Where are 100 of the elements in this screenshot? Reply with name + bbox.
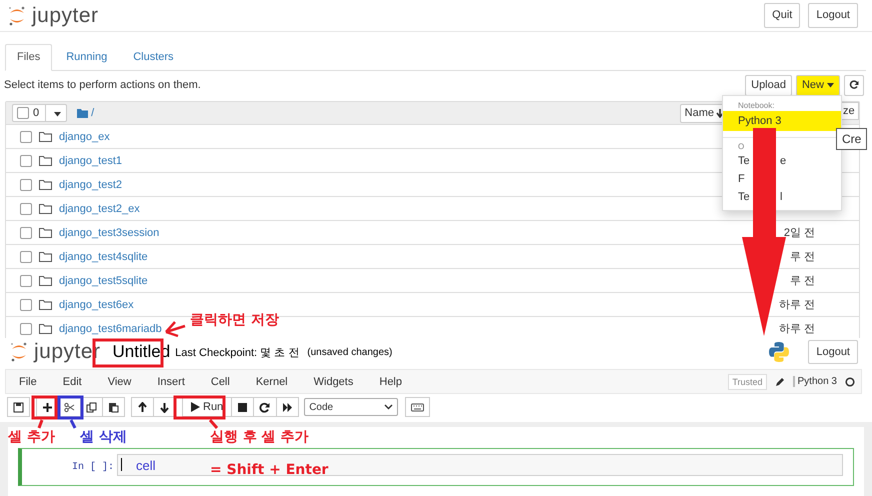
- logo-text: jupyter: [32, 4, 99, 28]
- modified-time: 루 전: [790, 274, 815, 288]
- logo-icon: [10, 341, 28, 363]
- header-button[interactable]: Quit: [764, 3, 800, 28]
- paste-icon[interactable]: [102, 397, 125, 417]
- folder-link[interactable]: django_test2_ex: [59, 202, 140, 214]
- fast-forward-icon[interactable]: [276, 397, 300, 417]
- logo-icon: [8, 4, 26, 26]
- menu-item[interactable]: Edit: [50, 376, 95, 388]
- annotation-label: 셀 삭제: [80, 428, 127, 446]
- tab[interactable]: Files: [5, 44, 52, 71]
- hint-text: Select items to perform actions on them.: [4, 79, 201, 91]
- annotation-label: 셀 추가: [8, 428, 55, 446]
- caret-icon: [827, 82, 834, 88]
- annotation-arrow: [164, 320, 186, 338]
- checkbox[interactable]: [20, 130, 32, 142]
- kernel-name[interactable]: Python 3: [792, 376, 837, 387]
- folder-link[interactable]: django_ex: [59, 130, 110, 142]
- folder-icon: [39, 299, 52, 310]
- annotation-label: = Shift + Enter: [210, 462, 328, 478]
- menu-item[interactable]: File: [6, 376, 50, 388]
- restart-icon[interactable]: [253, 397, 278, 417]
- checkbox[interactable]: [20, 226, 32, 238]
- pencil-icon[interactable]: [774, 376, 785, 386]
- header-button[interactable]: Logout: [808, 3, 858, 28]
- folder-icon: [39, 275, 52, 286]
- upload-button[interactable]: Upload: [745, 74, 792, 96]
- folder-link[interactable]: django_test4sqlite: [59, 250, 148, 262]
- menu-item[interactable]: View: [94, 376, 144, 388]
- folder-icon: [39, 155, 52, 166]
- menu-item[interactable]: Widgets: [300, 376, 366, 388]
- checkbox[interactable]: [17, 107, 29, 119]
- menu-header: Notebook:: [737, 100, 776, 111]
- folder-icon: [39, 251, 52, 262]
- annotation-label: 실행 후 셀 추가: [210, 428, 309, 446]
- menu-item[interactable]: Python 3: [723, 111, 841, 131]
- kernel-status-icon: [845, 376, 855, 386]
- refresh-button[interactable]: [844, 74, 864, 96]
- folder-link[interactable]: django_test6ex: [59, 298, 134, 310]
- checkbox[interactable]: [20, 154, 32, 166]
- stop-icon[interactable]: [231, 397, 254, 417]
- logout-button[interactable]: Logout: [808, 340, 858, 364]
- modified-time: 2일 전: [784, 226, 815, 240]
- menu-item[interactable]: Insert: [144, 376, 198, 388]
- folder-icon: [39, 323, 52, 334]
- leader-line: [38, 419, 44, 429]
- annotation-box: [32, 396, 58, 420]
- arrow-down-icon: [716, 108, 724, 118]
- menu-item[interactable]: Kernel: [242, 376, 301, 388]
- folder-link[interactable]: django_test6mariadb: [59, 322, 162, 334]
- menu-header: O: [737, 141, 746, 152]
- save-icon[interactable]: [7, 397, 30, 417]
- snake-logo-icon: [768, 341, 790, 363]
- checkbox[interactable]: [20, 298, 32, 310]
- modified-time: 하루 전: [778, 298, 815, 312]
- checkbox[interactable]: [20, 322, 32, 334]
- folder-link[interactable]: django_test1: [59, 154, 122, 166]
- checkbox[interactable]: [20, 178, 32, 190]
- caret-icon: [54, 112, 62, 117]
- annotation-box: [58, 396, 84, 420]
- select-dropdown[interactable]: 0: [12, 104, 68, 122]
- folder-link[interactable]: django_test5sqlite: [59, 274, 148, 286]
- path-link[interactable]: /: [91, 107, 94, 119]
- folder-icon: [39, 203, 52, 214]
- checkbox[interactable]: [20, 202, 32, 214]
- tab[interactable]: Clusters: [121, 44, 186, 71]
- annotation-label: 클릭하면 저장: [190, 311, 279, 329]
- leader-line: [208, 419, 218, 429]
- folder-link[interactable]: django_test3session: [59, 226, 160, 238]
- menu-item[interactable]: Cell: [198, 376, 243, 388]
- folder-icon: [39, 227, 52, 238]
- annotation-box: [174, 396, 226, 420]
- menu-item[interactable]: Help: [366, 376, 415, 388]
- move-up-icon[interactable]: [131, 397, 154, 417]
- cell-prompt: In [ ]:: [70, 462, 115, 472]
- tab[interactable]: Running: [54, 44, 120, 71]
- menu-item[interactable]: F: [738, 173, 745, 185]
- cell-type-select[interactable]: Code: [304, 398, 398, 416]
- leader-line: [70, 419, 76, 429]
- menu-item[interactable]: Te: [738, 191, 750, 203]
- keyboard-icon[interactable]: [405, 397, 430, 417]
- menu-item[interactable]: Te: [738, 155, 750, 167]
- folder-icon: [77, 108, 88, 118]
- caret-icon: [384, 404, 394, 410]
- menu-item[interactable]: e: [780, 155, 786, 167]
- new-button[interactable]: New: [796, 74, 840, 96]
- checkbox[interactable]: [20, 250, 32, 262]
- folder-icon: [39, 179, 52, 190]
- move-down-icon[interactable]: [153, 397, 176, 417]
- checkbox[interactable]: [20, 274, 32, 286]
- folder-link[interactable]: django_test2: [59, 178, 122, 190]
- play-icon: [191, 402, 200, 412]
- trusted-badge[interactable]: Trusted: [728, 374, 767, 390]
- refresh-icon: [849, 80, 859, 90]
- save-status: (unsaved changes): [307, 346, 392, 358]
- folder-icon: [39, 131, 52, 142]
- checkpoint-text: Last Checkpoint: 몇 초 전: [175, 346, 300, 360]
- modified-time: 하루 전: [778, 322, 815, 336]
- modified-time: 루 전: [790, 250, 815, 264]
- menu-item[interactable]: l: [780, 191, 782, 203]
